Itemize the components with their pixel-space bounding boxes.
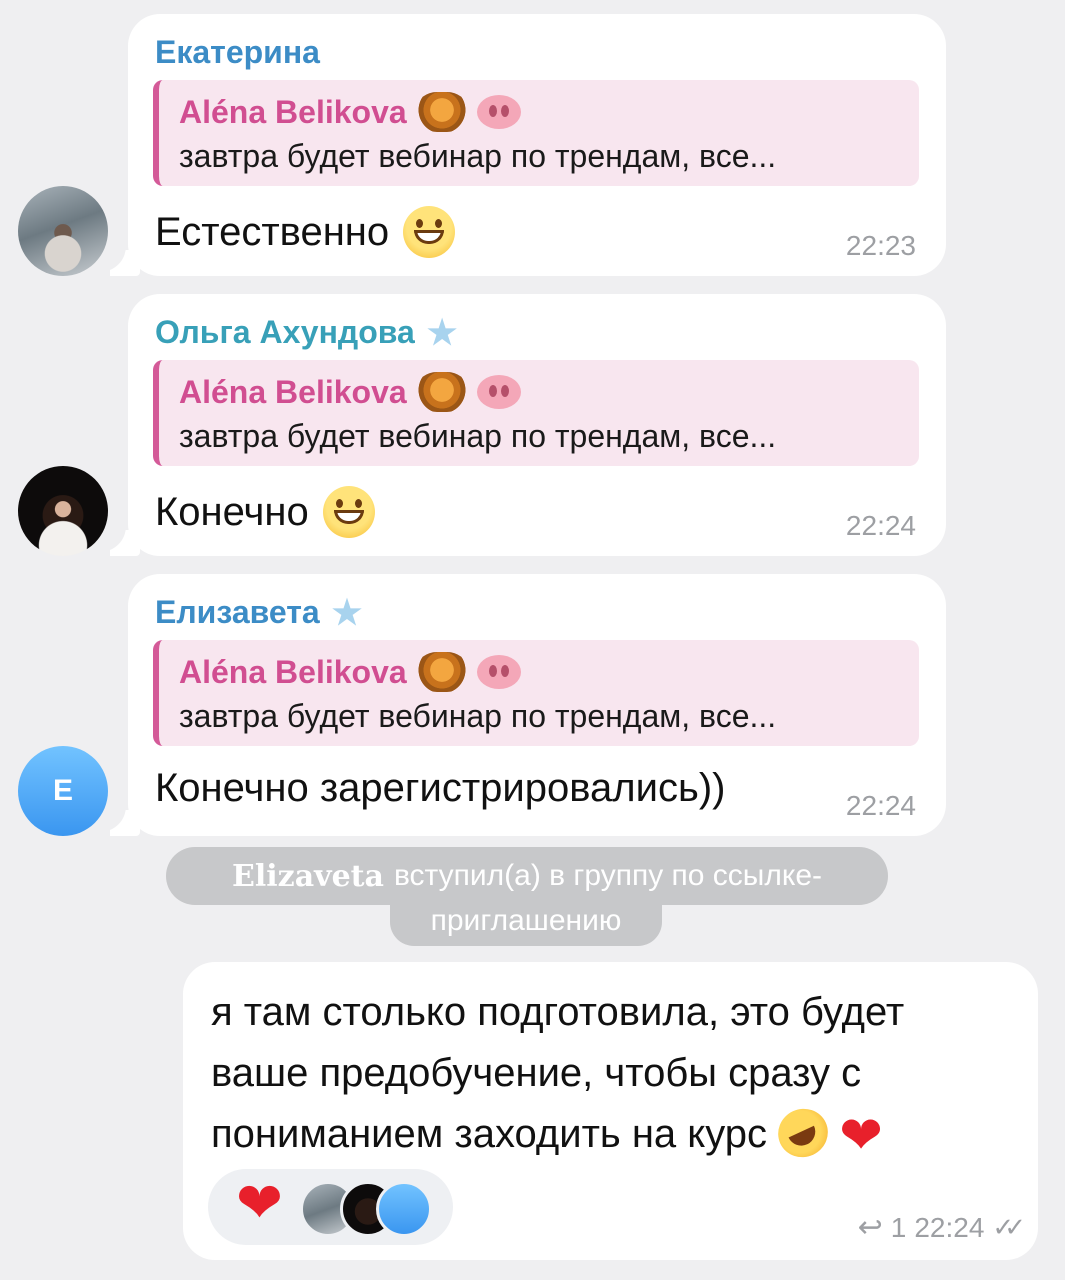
reply-author: Aléna Belikova: [179, 653, 407, 690]
service-message-continued: приглашению: [390, 896, 662, 946]
service-text: вступил(а) в группу по ссылке-: [393, 859, 822, 892]
message-text-wrap: Конечно: [155, 486, 375, 538]
message-time: 22:24: [845, 790, 916, 821]
pig-nose-emoji-icon: [476, 655, 521, 689]
star-icon: ★: [426, 313, 458, 352]
outgoing-message-bubble[interactable]: я там столько подготовила, это будет ваш…: [183, 962, 1038, 1260]
heart-emoji-icon: ❤: [839, 1107, 883, 1165]
mooncake-emoji-icon: [416, 92, 467, 132]
star-icon: ★: [331, 593, 363, 632]
outgoing-message-text: я там столько подготовила, это будет ваш…: [211, 982, 1011, 1166]
avatar-letter: E: [52, 774, 73, 807]
sender-name[interactable]: Елизавета ★: [155, 594, 362, 631]
rofl-emoji-icon: [770, 1100, 836, 1166]
message-text: Естественно: [155, 209, 390, 254]
reply-text: завтра будет вебинар по трендам, все...: [179, 138, 777, 174]
reply-preview[interactable]: Aléna Belikova завтра будет вебинар по т…: [153, 640, 919, 746]
sender-name-text: Ольга Ахундова: [155, 314, 415, 350]
reply-text: завтра будет вебинар по трендам, все...: [179, 698, 777, 734]
outgoing-line-wrap: пониманием заходить на курс ❤: [211, 1100, 1011, 1166]
message-time: 22:24: [845, 510, 916, 541]
double-check-icon: ✓✓: [992, 1212, 1025, 1242]
avatar[interactable]: E: [18, 746, 108, 836]
message-meta: ↩ 1 22:24 ✓✓: [858, 1210, 1026, 1245]
bubble-tail: [94, 800, 140, 836]
outgoing-line: пониманием заходить на курс: [211, 1112, 768, 1156]
reply-count[interactable]: 1: [891, 1212, 907, 1244]
reaction-pill[interactable]: ❤: [208, 1169, 453, 1245]
reply-author: Aléna Belikova: [179, 373, 407, 410]
outgoing-line: я там столько подготовила, это будет: [211, 990, 905, 1034]
reply-arrow-icon[interactable]: ↩: [858, 1210, 883, 1245]
message-bubble[interactable]: Ольга Ахундова ★ Aléna Belikova завтра б…: [128, 294, 946, 556]
heart-reaction-icon: ❤: [236, 1171, 283, 1234]
reply-text: завтра будет вебинар по трендам, все...: [179, 418, 777, 454]
message-text: Конечно: [155, 489, 309, 534]
mooncake-emoji-icon: [416, 372, 467, 412]
pig-nose-emoji-icon: [476, 95, 521, 129]
mooncake-emoji-icon: [416, 652, 467, 692]
bubble-tail: [94, 520, 140, 556]
sender-name[interactable]: Ольга Ахундова ★: [155, 314, 457, 351]
outgoing-line: ваше предобучение, чтобы сразу с: [211, 1051, 862, 1095]
service-user-name[interactable]: Elizaveta: [232, 859, 384, 894]
service-text: приглашению: [430, 904, 622, 937]
message-text-wrap: Естественно: [155, 206, 456, 258]
reply-preview[interactable]: Aléna Belikova завтра будет вебинар по т…: [153, 360, 919, 466]
message-time: 22:23: [845, 230, 916, 261]
avatar[interactable]: [18, 186, 108, 276]
message-time: 22:24: [914, 1211, 985, 1243]
reactor-avatar: [376, 1181, 432, 1237]
bubble-tail: [94, 240, 140, 276]
reply-preview[interactable]: Aléna Belikova завтра будет вебинар по т…: [153, 80, 919, 186]
grinning-emoji-icon: [322, 486, 375, 538]
message-text-wrap: Конечно зарегистрировались)): [155, 766, 725, 811]
message-bubble[interactable]: Елизавета ★ Aléna Belikova завтра будет …: [128, 574, 946, 836]
sender-name-text: Екатерина: [155, 34, 320, 70]
sender-name-text: Елизавета: [155, 594, 320, 630]
grinning-emoji-icon: [403, 206, 456, 258]
avatar[interactable]: [18, 466, 108, 556]
pig-nose-emoji-icon: [476, 375, 521, 409]
reply-author: Aléna Belikova: [179, 93, 407, 130]
message-bubble[interactable]: Екатерина Aléna Belikova завтра будет ве…: [128, 14, 946, 276]
message-text: Конечно зарегистрировались)): [155, 766, 726, 810]
sender-name[interactable]: Екатерина: [155, 34, 320, 71]
